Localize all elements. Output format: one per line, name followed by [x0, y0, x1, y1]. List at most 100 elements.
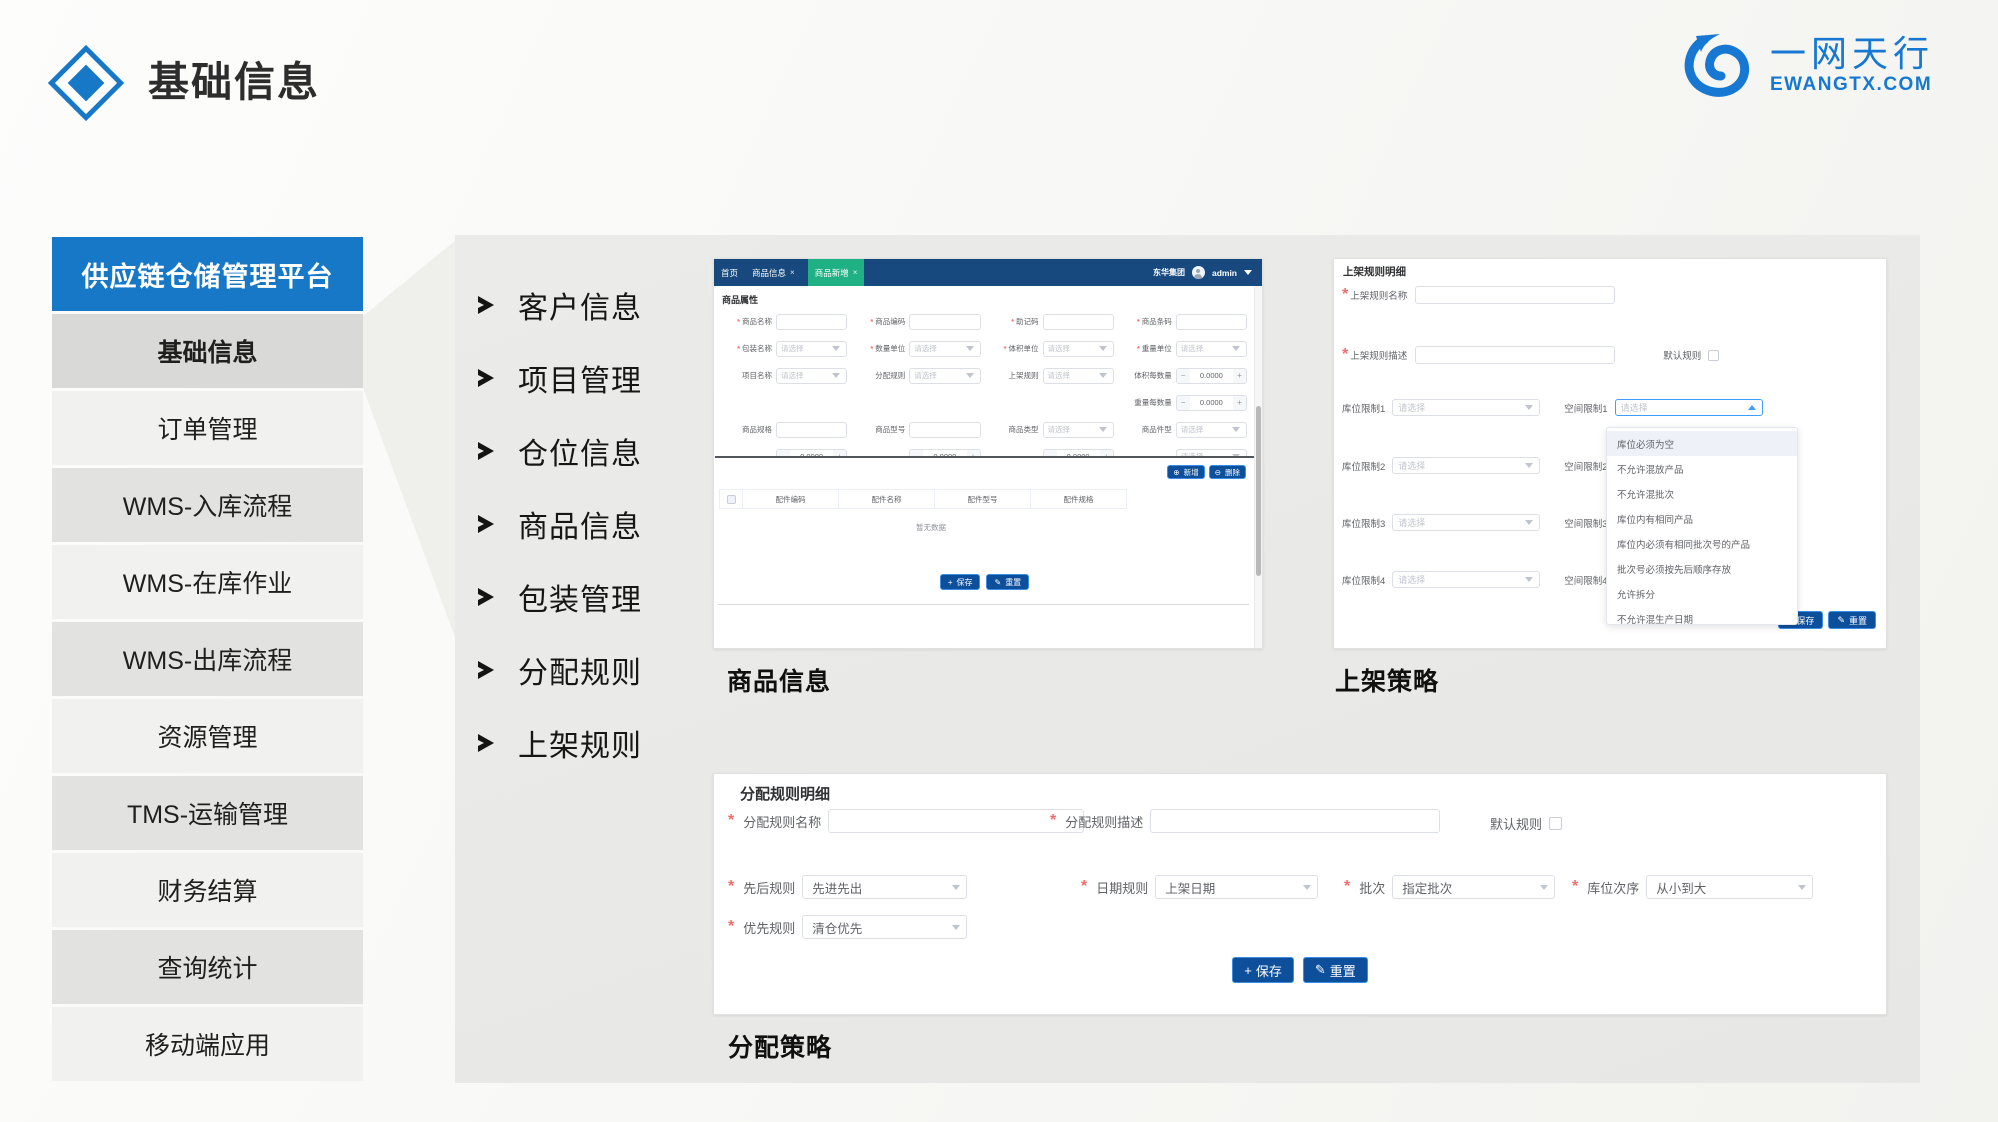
loc-restrict-3-select[interactable]: 请选择	[1392, 514, 1540, 531]
sidebar-item-tms[interactable]: TMS-运输管理	[52, 776, 363, 850]
page-title: 基础信息	[148, 48, 320, 108]
volume-per-qty-stepper[interactable]: −0.0000+	[1176, 368, 1247, 384]
dropdown-option[interactable]: 允许拆分	[1607, 581, 1797, 606]
tab-home[interactable]: 首页	[714, 259, 745, 286]
loc-restrict-1-select[interactable]: 请选择	[1392, 399, 1540, 416]
divider	[718, 604, 1249, 605]
field-package-name: *包装名称请选择	[722, 340, 847, 357]
caret-down-icon	[1525, 463, 1533, 472]
caret-down-icon	[1099, 427, 1107, 436]
required-asterisk: *	[1011, 317, 1014, 326]
username[interactable]: admin	[1212, 268, 1237, 278]
sidebar-item-mobile[interactable]: 移动端应用	[52, 1007, 363, 1081]
barcode-input[interactable]	[1176, 314, 1247, 330]
add-button[interactable]: ⊕新增	[1167, 465, 1204, 479]
plus-icon[interactable]: +	[1233, 396, 1246, 410]
space-restrict-1-select-open[interactable]: 请选择	[1615, 399, 1763, 416]
alloc-desc-input[interactable]	[1150, 809, 1440, 833]
date-rule-select[interactable]: 上架日期	[1155, 875, 1318, 899]
product-spec-input[interactable]	[776, 422, 847, 438]
field-product-spec: 商品规格	[722, 421, 847, 438]
field-product-piece-type: 商品件型请选择	[1122, 421, 1247, 438]
required-asterisk: *	[1081, 878, 1087, 896]
reset-button[interactable]: ✎重置	[986, 574, 1029, 590]
dropdown-option[interactable]: 不允许混生产日期	[1607, 606, 1797, 625]
sidebar-item-resources[interactable]: 资源管理	[52, 699, 363, 773]
list-item: 项目管理	[478, 341, 642, 414]
product-model-input[interactable]	[909, 422, 980, 438]
select-all-checkbox-cell[interactable]	[719, 489, 743, 509]
priority-rule-select[interactable]: 清仓优先	[802, 915, 967, 939]
plus-icon: +	[1244, 963, 1252, 978]
minus-icon[interactable]: −	[1177, 396, 1190, 410]
required-asterisk: *	[728, 878, 734, 896]
batch-select[interactable]: 指定批次	[1392, 875, 1555, 899]
scrollbar-thumb[interactable]	[1256, 406, 1261, 576]
putaway-rule-select[interactable]: 请选择	[1043, 368, 1114, 384]
field-product-code: *商品编码	[855, 313, 980, 330]
dropdown-option[interactable]: 批次号必须按先后顺序存放	[1607, 556, 1797, 581]
checkbox[interactable]	[727, 495, 736, 504]
save-button[interactable]: +保存	[940, 574, 981, 590]
order-rule-select[interactable]: 先进先出	[802, 875, 967, 899]
accessories-section: ⊕新增 ⊖删除 配件编码 配件名称 配件型号 配件规格 暂无数据 +保存 ✎重置	[715, 456, 1254, 647]
loc-restrict-2-select[interactable]: 请选择	[1392, 457, 1540, 474]
loc-restrict-4-select[interactable]: 请选择	[1392, 571, 1540, 588]
dropdown-option[interactable]: 库位内必须有相同批次号的产品	[1607, 531, 1797, 556]
module-sidebar: 供应链仓储管理平台 基础信息 订单管理 WMS-入库流程 WMS-在库作业 WM…	[52, 237, 363, 1084]
volume-unit-select[interactable]: 请选择	[1043, 341, 1114, 357]
field-product-name: *商品名称	[722, 313, 847, 330]
scrollbar[interactable]	[1254, 286, 1262, 648]
dropdown-option[interactable]: 库位内有相同产品	[1607, 506, 1797, 531]
qty-unit-select[interactable]: 请选择	[909, 341, 980, 357]
caret-down-icon	[952, 885, 960, 894]
product-piece-type-select[interactable]: 请选择	[1176, 422, 1247, 438]
location-order-select[interactable]: 从小到大	[1646, 875, 1813, 899]
dropdown-option[interactable]: 不允许混批次	[1607, 481, 1797, 506]
column-header: 配件规格	[1031, 489, 1127, 509]
weight-unit-select[interactable]: 请选择	[1176, 341, 1247, 357]
caret-down-icon	[832, 346, 840, 355]
save-button[interactable]: +保存	[1232, 957, 1294, 983]
putaway-desc-input[interactable]	[1415, 346, 1615, 364]
alloc-rule-select[interactable]: 请选择	[909, 368, 980, 384]
sidebar-item-inventory[interactable]: WMS-在库作业	[52, 545, 363, 619]
tab-product-info[interactable]: 商品信息×	[745, 259, 802, 286]
section-title: 上架规则明细	[1343, 264, 1406, 279]
product-type-select[interactable]: 请选择	[1043, 422, 1114, 438]
chevron-down-icon[interactable]	[1244, 270, 1252, 279]
arrow-bullet-icon	[478, 734, 496, 752]
project-name-select[interactable]: 请选择	[776, 368, 847, 384]
product-code-input[interactable]	[909, 314, 980, 330]
field-putaway-desc: * 上架规则描述 默认规则	[1342, 346, 1719, 364]
putaway-name-input[interactable]	[1415, 286, 1615, 304]
mnemonic-code-input[interactable]	[1043, 314, 1114, 330]
reset-button[interactable]: ✎重置	[1303, 957, 1368, 983]
dropdown-option[interactable]: 不允许混放产品	[1607, 456, 1797, 481]
plus-icon[interactable]: +	[1233, 369, 1246, 383]
reset-button[interactable]: ✎重置	[1828, 611, 1876, 629]
sidebar-item-basic-info[interactable]: 基础信息	[52, 314, 363, 388]
close-icon[interactable]: ×	[853, 268, 858, 277]
list-item: 商品信息	[478, 487, 642, 560]
weight-per-qty-stepper[interactable]: −0.0000+	[1176, 395, 1247, 411]
product-name-input[interactable]	[776, 314, 847, 330]
tab-product-new[interactable]: 商品新增×	[808, 259, 865, 286]
sidebar-item-query-stats[interactable]: 查询统计	[52, 930, 363, 1004]
sidebar-item-finance[interactable]: 财务结算	[52, 853, 363, 927]
user-avatar[interactable]	[1192, 266, 1205, 279]
dropdown-option[interactable]: 库位必须为空	[1607, 431, 1797, 456]
alloc-name-input[interactable]	[828, 809, 1084, 833]
default-rule-checkbox[interactable]	[1708, 350, 1719, 361]
sidebar-item-outbound[interactable]: WMS-出库流程	[52, 622, 363, 696]
sidebar-item-inbound[interactable]: WMS-入库流程	[52, 468, 363, 542]
list-item: 上架规则	[478, 706, 642, 779]
caret-down-icon	[1798, 885, 1806, 894]
close-icon[interactable]: ×	[790, 268, 795, 277]
minus-icon[interactable]: −	[1177, 369, 1190, 383]
package-name-select[interactable]: 请选择	[776, 341, 847, 357]
default-rule-checkbox[interactable]	[1549, 817, 1562, 830]
company-name: 东华集团	[1153, 267, 1185, 278]
sidebar-item-orders[interactable]: 订单管理	[52, 391, 363, 465]
delete-button[interactable]: ⊖删除	[1209, 465, 1246, 479]
